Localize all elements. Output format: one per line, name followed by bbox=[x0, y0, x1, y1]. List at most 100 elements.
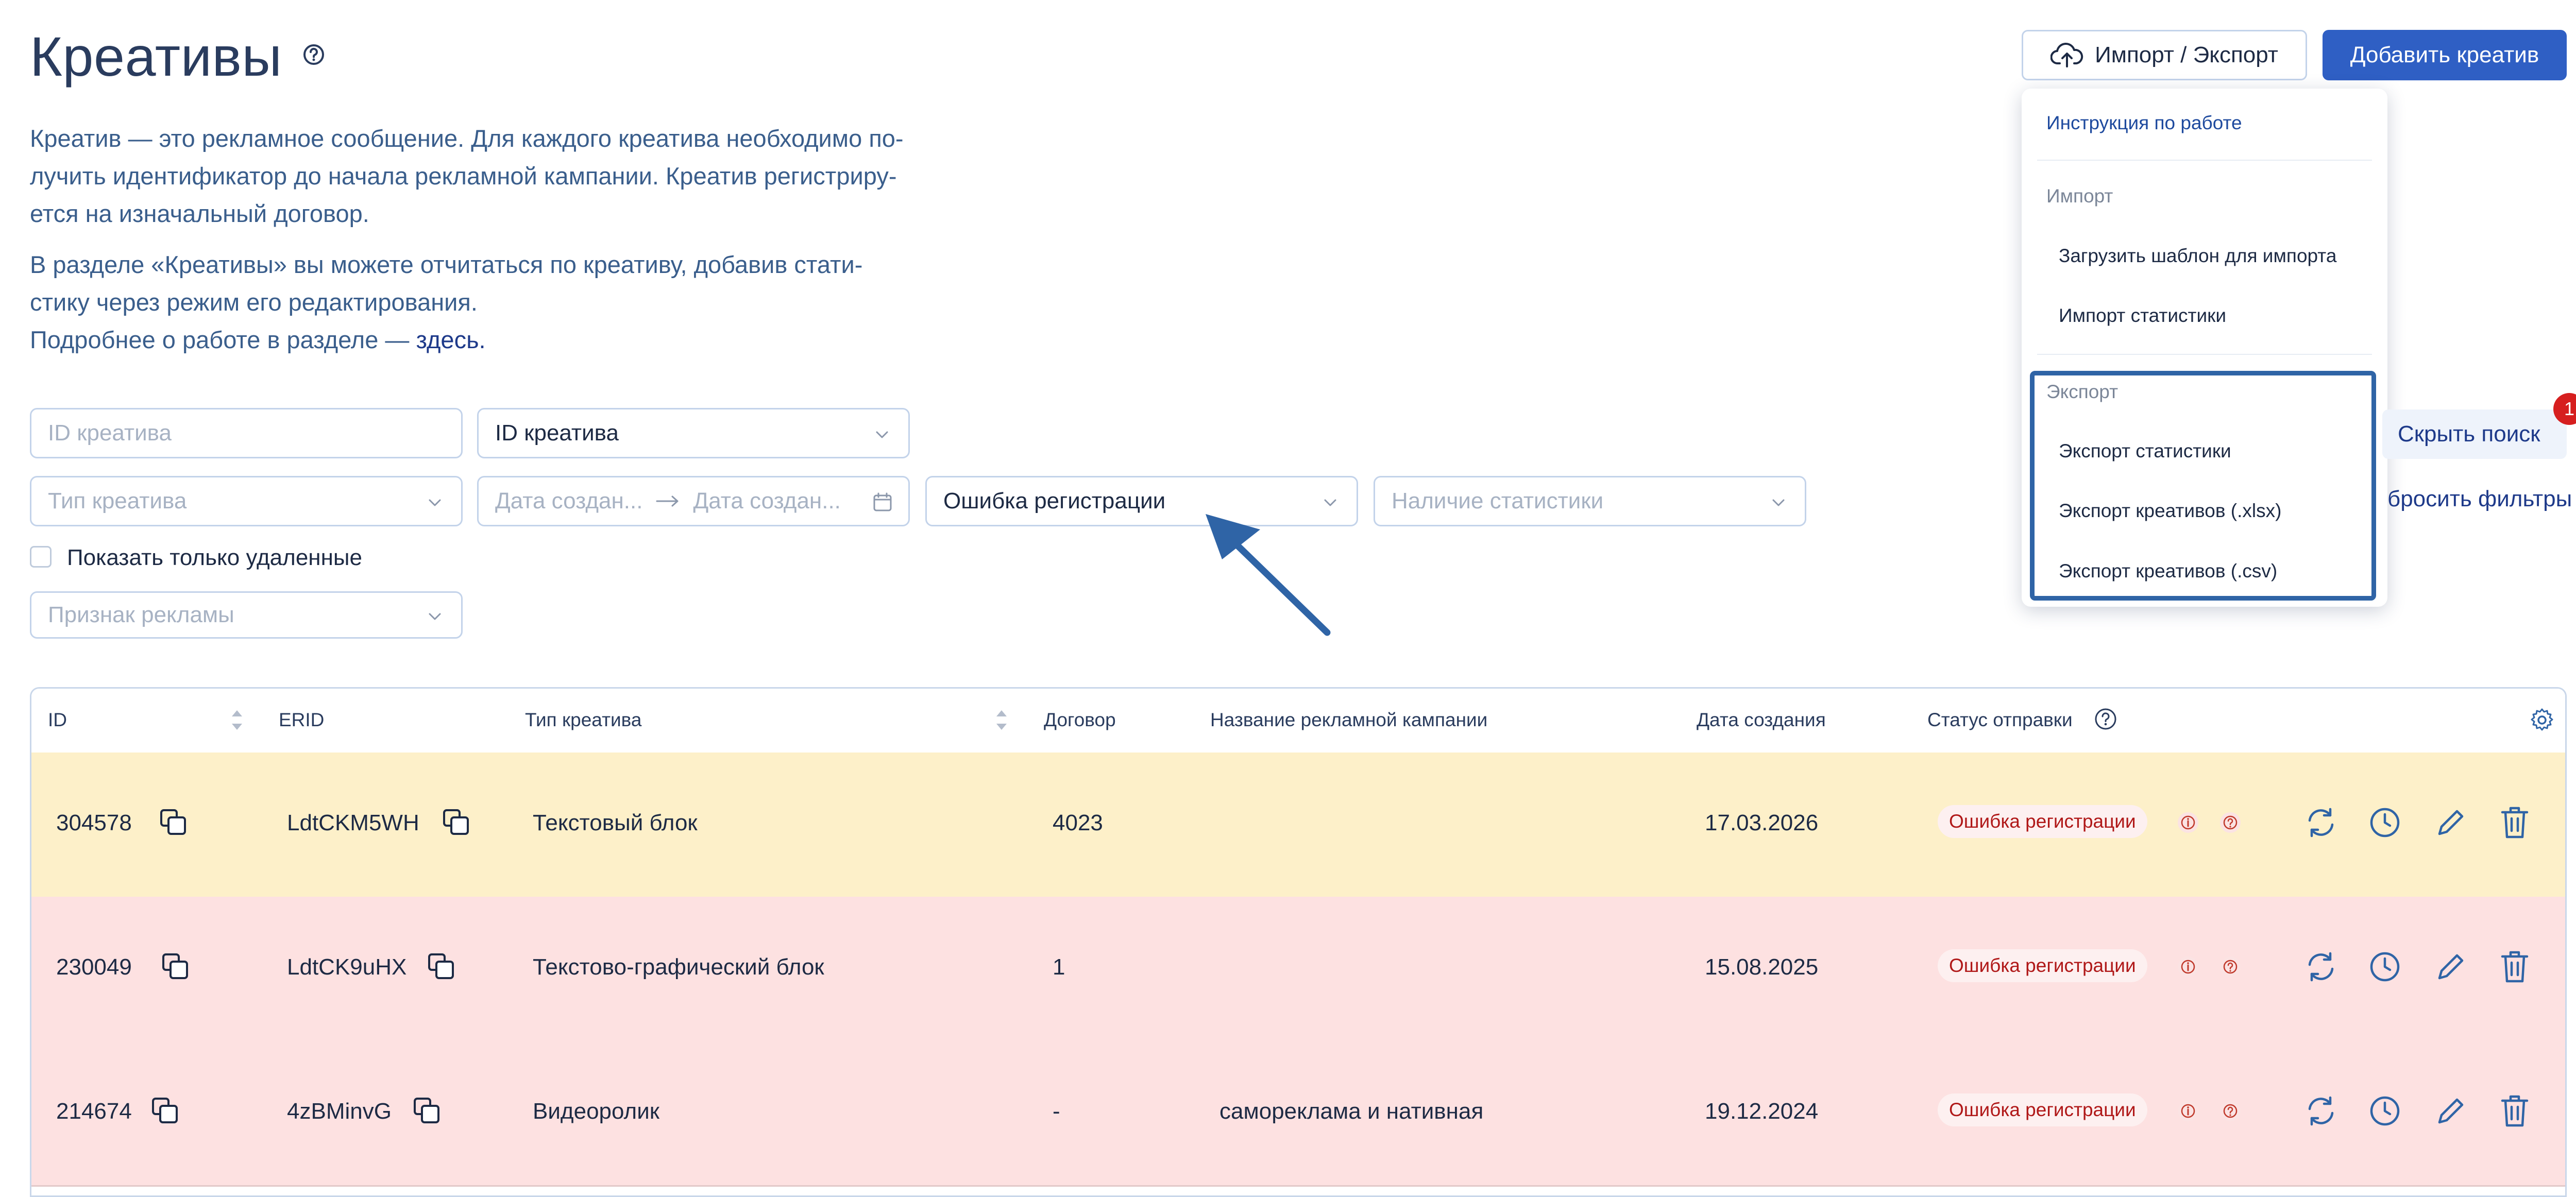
table-header: ID ERID Тип креатива Договор Название ре… bbox=[31, 689, 2565, 754]
column-header-id[interactable]: ID bbox=[48, 709, 67, 731]
refresh-icon[interactable] bbox=[2303, 949, 2338, 984]
history-clock-icon[interactable] bbox=[2368, 806, 2401, 839]
sort-icon[interactable] bbox=[994, 707, 1009, 733]
id-type-select[interactable]: ID креатива bbox=[477, 408, 910, 458]
cell-contract: 4023 bbox=[1053, 810, 1103, 835]
menu-item-instructions[interactable]: Инструкция по работе bbox=[2046, 112, 2242, 134]
trash-icon[interactable] bbox=[2499, 949, 2530, 984]
cell-erid: LdtCK9uHX bbox=[287, 954, 407, 980]
description-line: лучить идентификатор до начала рекламной… bbox=[30, 162, 897, 190]
ad-sign-placeholder: Признак рекламы bbox=[48, 602, 234, 627]
cell-id: 304578 bbox=[56, 810, 132, 835]
edit-pencil-icon[interactable] bbox=[2434, 1095, 2467, 1127]
chevron-down-icon bbox=[429, 613, 441, 620]
table-row[interactable]: 304578 LdtCKM5WH Текстовый блок 4023 17.… bbox=[31, 753, 2565, 898]
trash-icon[interactable] bbox=[2499, 1093, 2530, 1128]
column-header-contract: Договор bbox=[1044, 709, 1116, 730]
column-header-type[interactable]: Тип креатива bbox=[525, 709, 642, 731]
id-type-value: ID креатива bbox=[495, 420, 619, 446]
cell-contract: - bbox=[1053, 1099, 1060, 1124]
status-badge: Ошибка регистрации bbox=[1938, 949, 2147, 982]
copy-icon[interactable] bbox=[413, 1097, 442, 1125]
cell-erid: LdtCKM5WH bbox=[287, 810, 419, 835]
help-icon[interactable] bbox=[2219, 1100, 2242, 1122]
cell-created: 17.03.2026 bbox=[1705, 810, 1819, 835]
date-range-picker[interactable]: Дата создан... Дата создан... bbox=[477, 476, 910, 526]
reset-filters-link[interactable]: бросить фильтры bbox=[2387, 486, 2572, 512]
menu-group-import: Импорт bbox=[2046, 185, 2113, 207]
cell-erid: 4zBMinvG bbox=[287, 1099, 392, 1124]
status-badge: Ошибка регистрации bbox=[1938, 1093, 2147, 1126]
import-export-label: Импорт / Экспорт bbox=[2095, 42, 2278, 67]
copy-icon[interactable] bbox=[159, 808, 188, 837]
help-icon[interactable] bbox=[302, 43, 325, 66]
info-icon[interactable] bbox=[2177, 955, 2199, 978]
history-clock-icon[interactable] bbox=[2368, 950, 2401, 983]
registration-error-value: Ошибка регистрации bbox=[943, 488, 1166, 514]
column-header-campaign: Название рекламной кампании bbox=[1210, 709, 1488, 730]
arrow-right-icon bbox=[656, 495, 679, 507]
column-header-created: Дата создания bbox=[1697, 709, 1826, 730]
show-deleted-label: Показать только удаленные bbox=[67, 545, 362, 570]
chevron-down-icon bbox=[876, 431, 888, 438]
import-export-button[interactable]: Импорт / Экспорт bbox=[2022, 30, 2307, 80]
copy-icon[interactable] bbox=[161, 952, 190, 981]
cell-id: 214674 bbox=[56, 1099, 132, 1124]
cell-type: Текстово-графический блок bbox=[533, 954, 824, 980]
description-line: Креатив — это рекламное сообщение. Для к… bbox=[30, 125, 904, 152]
help-icon[interactable] bbox=[2094, 707, 2117, 731]
docs-link[interactable]: здесь. bbox=[416, 326, 485, 353]
info-icon[interactable] bbox=[2177, 1100, 2199, 1122]
column-header-erid: ERID bbox=[279, 709, 325, 730]
edit-pencil-icon[interactable] bbox=[2434, 806, 2467, 839]
cell-campaign: самореклама и нативная bbox=[1219, 1099, 1484, 1124]
table-row[interactable]: 214674 4zBMinvG Видеоролик - самореклама… bbox=[31, 1041, 2565, 1187]
cloud-upload-icon bbox=[2050, 42, 2083, 67]
help-icon[interactable] bbox=[2219, 955, 2242, 978]
cell-contract: 1 bbox=[1053, 954, 1065, 980]
date-to-placeholder[interactable]: Дата создан... bbox=[693, 488, 840, 514]
ad-sign-select[interactable]: Признак рекламы bbox=[30, 591, 463, 639]
refresh-icon[interactable] bbox=[2303, 1093, 2338, 1128]
menu-item-download-template[interactable]: Загрузить шаблон для импорта bbox=[2059, 245, 2336, 267]
sort-icon[interactable] bbox=[229, 707, 245, 733]
calendar-icon bbox=[873, 492, 892, 511]
creatives-table: ID ERID Тип креатива Договор Название ре… bbox=[30, 687, 2567, 1197]
description-text: Подробнее о работе в разделе — bbox=[30, 326, 416, 353]
cell-id: 230049 bbox=[56, 954, 132, 980]
menu-item-import-stats[interactable]: Импорт статистики bbox=[2059, 305, 2226, 327]
page-title: Креативы bbox=[30, 25, 282, 88]
creative-type-placeholder: Тип креатива bbox=[48, 488, 187, 514]
date-from-placeholder[interactable]: Дата создан... bbox=[495, 488, 642, 514]
description-line: В разделе «Креативы» вы можете отчитатьс… bbox=[30, 251, 863, 278]
cell-type: Видеоролик bbox=[533, 1099, 660, 1124]
help-icon[interactable] bbox=[2219, 811, 2242, 834]
edit-pencil-icon[interactable] bbox=[2434, 950, 2467, 983]
description-line: стику через режим его редактирования. bbox=[30, 288, 478, 316]
status-badge: Ошибка регистрации bbox=[1938, 805, 2147, 838]
history-clock-icon[interactable] bbox=[2368, 1095, 2401, 1127]
show-deleted-checkbox[interactable] bbox=[30, 546, 52, 568]
add-creative-button[interactable]: Добавить креатив bbox=[2323, 30, 2567, 80]
refresh-icon[interactable] bbox=[2303, 805, 2338, 840]
table-row[interactable]: 230049 LdtCK9uHX Текстово-графический бл… bbox=[31, 897, 2565, 1042]
copy-icon[interactable] bbox=[442, 808, 471, 837]
export-highlight-annotation bbox=[2030, 371, 2376, 601]
cell-type: Текстовый блок bbox=[533, 810, 698, 835]
creative-type-select[interactable]: Тип креатива bbox=[30, 476, 463, 526]
copy-icon[interactable] bbox=[427, 952, 456, 981]
column-header-status: Статус отправки bbox=[1927, 709, 2073, 730]
statistics-placeholder: Наличие статистики bbox=[1392, 488, 1604, 514]
cell-created: 15.08.2025 bbox=[1705, 954, 1819, 980]
menu-divider bbox=[2037, 160, 2372, 161]
description-line: ется на изначальный договор. bbox=[30, 200, 369, 227]
gear-icon[interactable] bbox=[2529, 707, 2555, 733]
annotation-arrow bbox=[1206, 514, 1331, 636]
menu-divider bbox=[2037, 354, 2372, 355]
info-icon[interactable] bbox=[2177, 811, 2199, 834]
creative-id-input[interactable]: ID креатива bbox=[30, 408, 463, 458]
copy-icon[interactable] bbox=[151, 1097, 180, 1125]
statistics-select[interactable]: Наличие статистики bbox=[1374, 476, 1806, 526]
trash-icon[interactable] bbox=[2499, 805, 2530, 840]
hide-search-button[interactable]: Скрыть поиск bbox=[2382, 409, 2567, 459]
